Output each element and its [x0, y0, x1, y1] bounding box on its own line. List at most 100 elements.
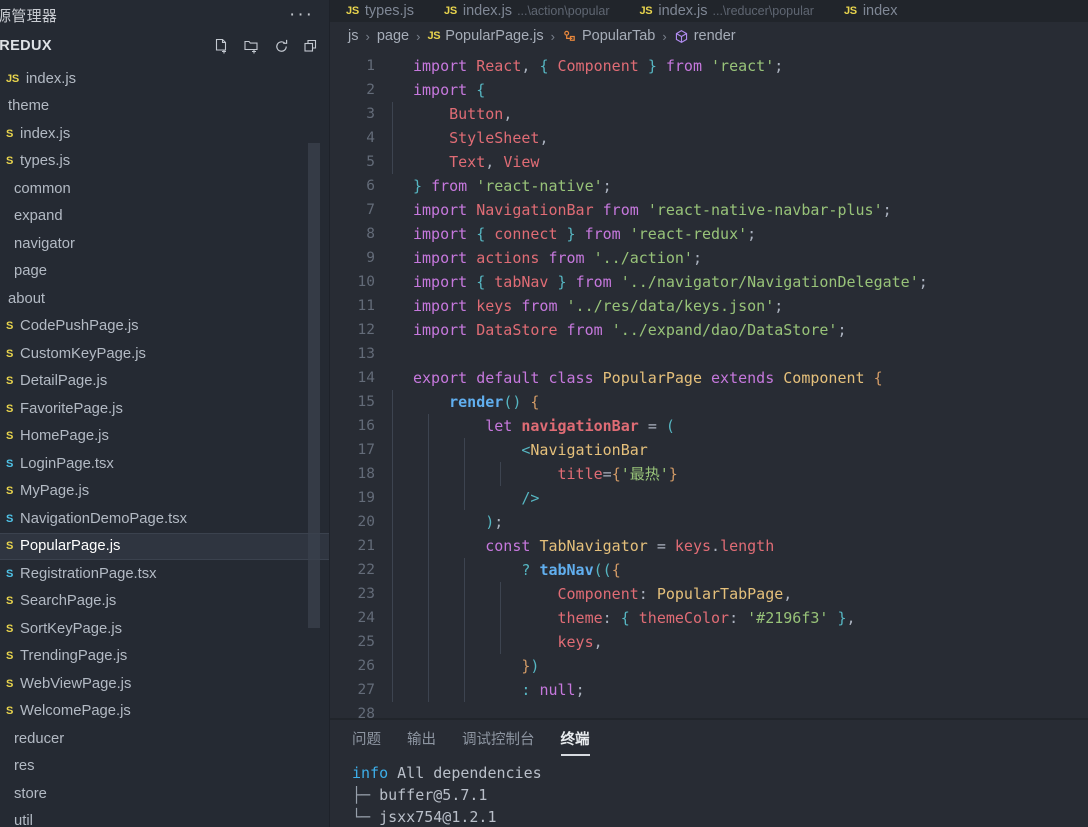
tree-item-types-js[interactable]: Stypes.js: [0, 148, 330, 176]
code-line[interactable]: 25 keys,: [330, 630, 1088, 654]
workspace-section-header[interactable]: -REDUX: [0, 30, 330, 62]
code-line[interactable]: 3 Button,: [330, 102, 1088, 126]
breadcrumb-item-popularpage-js[interactable]: JS PopularPage.js: [427, 28, 543, 44]
code-line[interactable]: 18 title={'最热'}: [330, 462, 1088, 486]
tree-item-navigationdemopage-tsx[interactable]: S NavigationDemoPage.tsx: [0, 505, 330, 533]
tree-item-sortkeypage-js[interactable]: S SortKeyPage.js: [0, 615, 330, 643]
tree-item-theme[interactable]: ›theme: [0, 93, 330, 121]
tree-item-label: page: [14, 263, 47, 280]
tree-item-store[interactable]: store: [0, 780, 330, 808]
breadcrumb[interactable]: js › page › JS PopularPage.js › PopularTab › rend…: [330, 22, 1088, 50]
tree-item-res[interactable]: res: [0, 753, 330, 781]
tree-item-navigator[interactable]: navigator: [0, 230, 330, 258]
panel-tab-2[interactable]: 调试控制台: [462, 721, 535, 756]
new-file-icon[interactable]: [213, 38, 230, 55]
indent-guide: [392, 462, 393, 486]
editor-tab-bar[interactable]: JS types.js JS index.js ...\action\popular JS…: [330, 0, 1088, 22]
editor-tab-0[interactable]: JS types.js: [330, 0, 429, 22]
tree-item-registrationpage-tsx[interactable]: S RegistrationPage.tsx: [0, 560, 330, 588]
breadcrumb-item-populartab[interactable]: PopularTab: [562, 28, 655, 44]
code-line[interactable]: 26 }): [330, 654, 1088, 678]
code-line[interactable]: 24 theme: { themeColor: '#2196f3' },: [330, 606, 1088, 630]
code-line[interactable]: 5 Text, View: [330, 150, 1088, 174]
code-line[interactable]: 10 import { tabNav } from '../navigator/N…: [330, 270, 1088, 294]
chevron-right-icon[interactable]: ›: [0, 291, 8, 306]
panel-tab-3[interactable]: 终端: [560, 721, 590, 756]
code-line[interactable]: 2 import {: [330, 78, 1088, 102]
code-line[interactable]: 9 import actions from '../action';: [330, 246, 1088, 270]
more-actions-icon[interactable]: ···: [289, 5, 316, 24]
new-folder-icon[interactable]: [243, 38, 260, 55]
tree-item-searchpage-js[interactable]: S SearchPage.js: [0, 588, 330, 616]
tree-item-reducer[interactable]: reducer: [0, 725, 330, 753]
tree-item-about[interactable]: ›about: [0, 285, 330, 313]
editor-tab-2[interactable]: JS index.js ...\reducer\popular: [623, 0, 828, 22]
tree-item-welcomepage-js[interactable]: S WelcomePage.js: [0, 698, 330, 726]
panel-tab-bar[interactable]: 问题 输出 调试控制台 终端: [330, 720, 1088, 756]
tree-item-loginpage-tsx[interactable]: S LoginPage.tsx: [0, 450, 330, 478]
code-token: (): [503, 393, 522, 411]
tree-item-index-js[interactable]: JS index.js: [0, 65, 330, 93]
indent-guide: [428, 510, 430, 534]
code-line[interactable]: 17 <NavigationBar: [330, 438, 1088, 462]
tree-item-common[interactable]: common: [0, 175, 330, 203]
tree-item-favoritepage-js[interactable]: S FavoritePage.js: [0, 395, 330, 423]
js-file-icon: S: [6, 540, 14, 553]
code-line[interactable]: 15 render() {: [330, 390, 1088, 414]
tree-item-webviewpage-js[interactable]: S WebViewPage.js: [0, 670, 330, 698]
breadcrumb-item-page[interactable]: page: [377, 28, 409, 44]
editor-tab-3[interactable]: JS index: [827, 0, 912, 22]
breadcrumb-item-render[interactable]: render: [674, 28, 736, 44]
tree-item-label: reducer: [14, 730, 65, 747]
code-line[interactable]: 28: [330, 702, 1088, 719]
tree-item-popularpage-js[interactable]: S PopularPage.js: [0, 532, 330, 560]
tree-item-detailpage-js[interactable]: S DetailPage.js: [0, 368, 330, 396]
tree-item-customkeypage-js[interactable]: S CustomKeyPage.js: [0, 340, 330, 368]
tree-item-page[interactable]: page: [0, 258, 330, 286]
tree-item-trendingpage-js[interactable]: S TrendingPage.js: [0, 643, 330, 671]
tree-item-codepushpage-js[interactable]: S CodePushPage.js: [0, 313, 330, 341]
code-line[interactable]: 21 const TabNavigator = keys.length: [330, 534, 1088, 558]
breadcrumb-item-js[interactable]: js: [348, 28, 358, 44]
sidebar-scrollbar[interactable]: [308, 143, 320, 628]
code-editor[interactable]: 1 import React, { Component } from 'react…: [330, 50, 1088, 719]
editor-tab-1[interactable]: JS index.js ...\action\popular: [428, 0, 624, 22]
code-token: extends: [711, 369, 775, 387]
tree-item-homepage-js[interactable]: S HomePage.js: [0, 423, 330, 451]
panel-tab-0[interactable]: 问题: [352, 721, 381, 756]
code-line[interactable]: 27 : null;: [330, 678, 1088, 702]
code-line[interactable]: 13: [330, 342, 1088, 366]
editor-tab-label: index: [862, 3, 898, 19]
terminal-output[interactable]: info All dependencies ├─ buffer@5.7.1 └─ j…: [330, 756, 1088, 827]
code-line[interactable]: 12 import DataStore from '../expand/dao/D…: [330, 318, 1088, 342]
code-line[interactable]: 8 import { connect } from 'react-redux';: [330, 222, 1088, 246]
tree-item-label: expand: [14, 208, 63, 225]
panel-tab-1[interactable]: 输出: [407, 721, 436, 756]
collapse-all-icon[interactable]: [303, 38, 320, 55]
code-token: 'react-native-navbar-plus': [647, 201, 883, 219]
line-number: 1: [366, 58, 375, 74]
tree-item-mypage-js[interactable]: S MyPage.js: [0, 478, 330, 506]
code-line[interactable]: 20 );: [330, 510, 1088, 534]
tree-item-util[interactable]: util: [0, 808, 330, 827]
tree-item-expand[interactable]: expand: [0, 203, 330, 231]
code-line[interactable]: 16 let navigationBar = (: [330, 414, 1088, 438]
code-line[interactable]: 7 import NavigationBar from 'react-native…: [330, 198, 1088, 222]
code-line[interactable]: 6} from 'react-native';: [330, 174, 1088, 198]
code-line[interactable]: 22 ? tabNav(({: [330, 558, 1088, 582]
code-line[interactable]: 4 StyleSheet,: [330, 126, 1088, 150]
file-tree[interactable]: JSindex.js›themeSindex.jsStypes.jscommon…: [0, 65, 330, 827]
code-line[interactable]: 23 Component: PopularTabPage,: [330, 582, 1088, 606]
code-line[interactable]: 19 />: [330, 486, 1088, 510]
code-token: :: [638, 585, 657, 603]
code-line[interactable]: 1 import React, { Component } from 'react…: [330, 54, 1088, 78]
code-line[interactable]: 14 export default class PopularPage exten…: [330, 366, 1088, 390]
code-line-text: ? tabNav(({: [392, 558, 621, 582]
code-line[interactable]: 11 import keys from '../res/data/keys.jso…: [330, 294, 1088, 318]
code-token: .: [711, 537, 721, 555]
chevron-right-icon[interactable]: ›: [0, 99, 8, 114]
tree-item-index-js[interactable]: Sindex.js: [0, 120, 330, 148]
refresh-icon[interactable]: [273, 38, 290, 55]
method-symbol-icon: [674, 29, 689, 44]
